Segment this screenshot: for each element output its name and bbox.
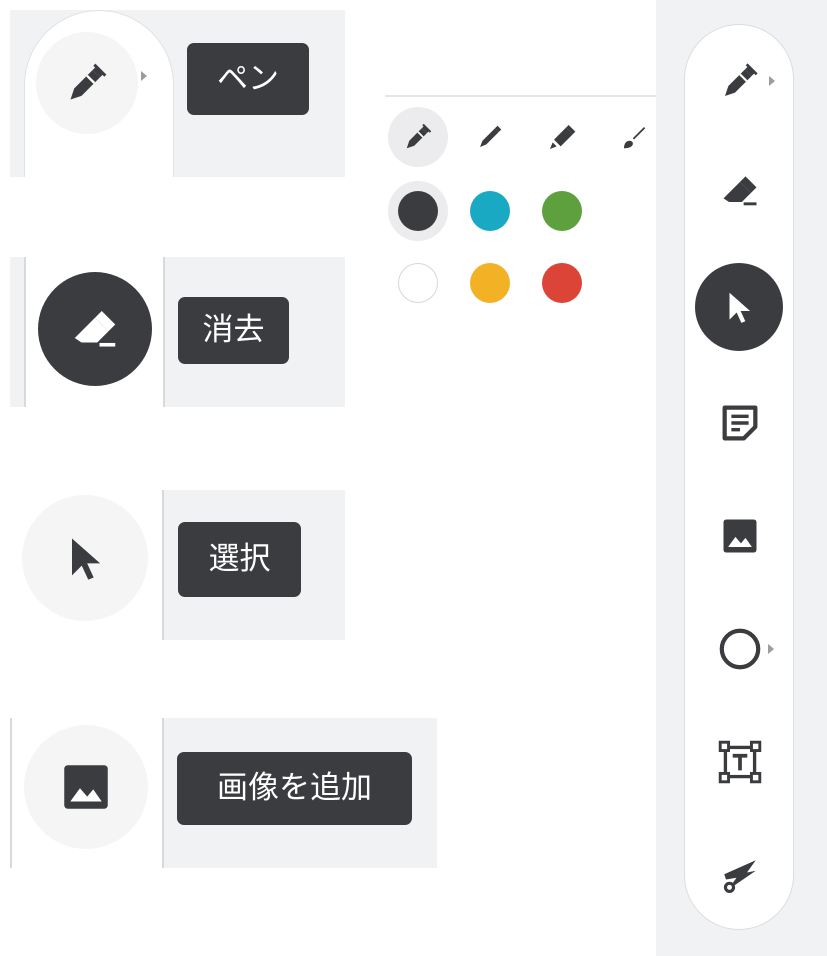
select-tooltip: 選択 (178, 522, 301, 597)
color-swatch-white[interactable] (388, 253, 448, 313)
add-image-tooltip: 画像を追加 (177, 752, 412, 825)
divider (163, 257, 165, 407)
toolbar-text-box-button[interactable] (685, 722, 795, 802)
highlighter-icon (550, 125, 576, 149)
color-dot (470, 263, 510, 303)
toolbar-shape-button[interactable] (685, 609, 795, 689)
brush-icon (624, 127, 646, 149)
vertical-toolbar (684, 24, 794, 930)
eraser-tooltip: 消去 (178, 297, 289, 364)
pen-icon (406, 123, 432, 149)
pen-type-highlighter[interactable] (532, 107, 592, 167)
pen-type-brush[interactable] (604, 107, 664, 167)
text-box-icon (718, 740, 762, 784)
color-swatch-yellow[interactable] (460, 253, 520, 313)
toolbar-laser-button[interactable] (685, 836, 795, 916)
divider (162, 718, 164, 868)
eraser-icon (723, 176, 757, 206)
toolbar-select-button[interactable] (695, 263, 783, 351)
pen-expand-caret (141, 71, 147, 81)
color-dot (542, 263, 582, 303)
select-arrow-icon (729, 292, 751, 323)
image-icon (723, 519, 757, 553)
shape-expand-caret (768, 644, 774, 654)
select-arrow-icon (72, 538, 101, 580)
toolbar-eraser-button[interactable] (685, 151, 795, 231)
circle-shape-icon (719, 628, 761, 670)
laser-icon (723, 860, 756, 893)
toolbar-image-button[interactable] (685, 496, 795, 576)
pen-tool-button[interactable] (36, 32, 138, 134)
color-dot (398, 191, 438, 231)
color-dot (542, 191, 582, 231)
color-swatch-cyan[interactable] (460, 181, 520, 241)
divider (24, 257, 26, 407)
color-swatch-green[interactable] (532, 181, 592, 241)
image-tool-button[interactable] (24, 725, 148, 849)
pen-type-fountain[interactable] (388, 107, 448, 167)
divider (10, 718, 12, 868)
color-swatch-charcoal[interactable] (388, 181, 448, 241)
eraser-tool-button[interactable] (38, 272, 152, 386)
pen-tooltip: ペン (187, 43, 309, 115)
eraser-icon (74, 311, 116, 347)
select-tool-button[interactable] (22, 495, 148, 621)
divider (162, 490, 164, 640)
pen-type-marker[interactable] (460, 107, 520, 167)
color-dot (470, 191, 510, 231)
image-icon (64, 765, 108, 809)
pen-options-popover (385, 95, 673, 315)
marker-icon (480, 125, 502, 147)
toolbar-sticky-note-button[interactable] (685, 383, 795, 463)
color-dot (398, 263, 438, 303)
pen-icon (70, 63, 107, 100)
toolbar-pen-button[interactable] (685, 41, 795, 121)
pen-icon (725, 63, 758, 96)
sticky-note-icon (722, 405, 758, 441)
color-swatch-red[interactable] (532, 253, 592, 313)
pen-expand-caret (769, 76, 775, 86)
